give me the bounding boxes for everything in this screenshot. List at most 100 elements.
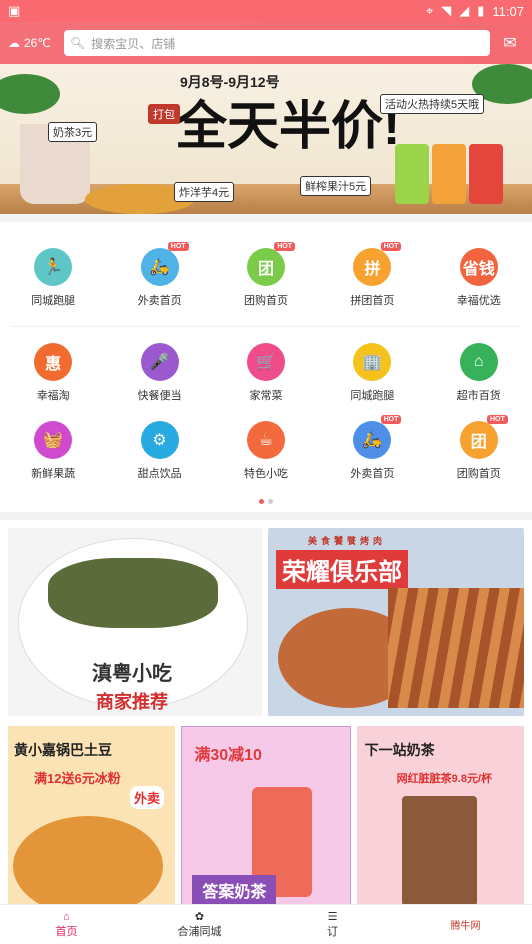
hot-badge: HOT: [274, 242, 295, 251]
promo-subtitle: 满12送6元冰粉: [34, 771, 121, 786]
milk-tea-image: [401, 796, 477, 906]
icon-glyph: 团: [257, 261, 274, 278]
mail-icon: ✉: [503, 35, 517, 52]
icon-glyph: 拼: [364, 261, 381, 278]
promo-subtitle: 网红脏脏茶9.8元/杯: [396, 773, 493, 785]
menu-item[interactable]: 🧺 新鲜果蔬: [8, 421, 98, 481]
menu-row-3: 🧺 新鲜果蔬 ⚙ 甜点饮品 ☕ 特色小吃 🛵 HOT 外卖首页 团 HOT 团购首页: [0, 415, 532, 499]
hot-badge: HOT: [167, 242, 189, 251]
category-icon: 🧺: [34, 421, 73, 459]
menu-item-label: 家常菜: [249, 390, 283, 402]
menu-item[interactable]: 惠幸福淘: [8, 343, 98, 403]
icon-glyph: 🏃: [43, 259, 64, 276]
category-icon: 🎤: [140, 343, 179, 381]
hot-badge: HOT: [380, 242, 402, 251]
flower-icon: ✿: [194, 911, 205, 923]
promo-banner[interactable]: 9月8号-9月12号 全天半价! 奶茶3元 炸洋芋4元 鲜榨果汁5元 活动火热持…: [0, 64, 532, 214]
menu-item[interactable]: 团 HOT 团购首页: [221, 242, 311, 308]
message-button[interactable]: ✉: [496, 33, 524, 53]
category-icon: ☕: [246, 421, 285, 459]
category-icon: ⚙: [140, 421, 179, 459]
menu-item-label: 超市百货: [456, 390, 501, 402]
home-icon: ⌂: [63, 910, 70, 923]
battery-icon: ▮: [477, 3, 485, 18]
menu-item-label: 幸福淘: [36, 390, 70, 402]
promo-card-milk-tea[interactable]: 满30减10 答案奶茶: [181, 726, 351, 916]
promo-card-next-stop[interactable]: 下一站奶茶 网红脏脏茶9.8元/杯: [356, 726, 524, 916]
tag-juice: 鲜榨果汁5元: [300, 176, 372, 196]
category-icon: 拼 HOT: [353, 242, 402, 286]
order-icon: ☰: [327, 911, 338, 923]
category-icon: 🏃: [34, 248, 73, 286]
menu-item[interactable]: 🛒 家常菜: [221, 343, 311, 403]
location-icon: ⌖: [425, 3, 434, 18]
icon-glyph: 省钱: [462, 261, 495, 278]
tab-label: 合浦同城: [177, 926, 222, 938]
promo-title: 荣耀俱乐部: [276, 550, 408, 589]
icon-glyph: 🏢: [362, 354, 383, 371]
search-input[interactable]: 🔍︎ 搜索宝贝、店铺: [64, 30, 490, 56]
wifi-icon: ◥: [441, 3, 452, 18]
status-bar: ▣ ⌖ ◥ ◢ ▮ 11:07: [0, 0, 532, 22]
menu-item[interactable]: 🛵 HOT 外卖首页: [327, 415, 417, 481]
tab-home[interactable]: ⌂ 首页: [0, 905, 133, 944]
icon-glyph: 团: [470, 434, 487, 451]
icon-glyph: ⌂: [473, 353, 484, 370]
juice-image: [432, 144, 466, 204]
promo-title: 黄小嘉锅巴土豆: [14, 742, 112, 758]
juice-image: [469, 144, 503, 204]
category-icon: 🛒: [246, 343, 285, 381]
weather-icon: ☁: [8, 36, 20, 50]
menu-item-label: 同城跑腿: [350, 390, 395, 402]
notification-icon: ▣: [8, 3, 21, 18]
menu-item-label: 外卖首页: [350, 468, 395, 480]
menu-item[interactable]: ☕ 特色小吃: [221, 421, 311, 481]
menu-item[interactable]: 拼 HOT 拼团首页: [327, 242, 417, 308]
hot-badge: HOT: [486, 415, 508, 424]
search-placeholder: 搜索宝贝、店铺: [91, 36, 176, 51]
tab-label: 订: [327, 926, 338, 938]
category-menu: 🏃 同城跑腿 🛵 HOT 外卖首页团 HOT 团购首页拼 HOT 拼团首页 省钱 幸福优选 惠幸福淘…: [0, 222, 532, 512]
potato-image: [13, 816, 163, 916]
menu-item-label: 幸福优选: [456, 295, 501, 307]
promo-badge: 外卖: [130, 786, 165, 809]
leaf-decoration: [0, 74, 60, 114]
category-icon: 省钱: [459, 248, 498, 286]
page-dot: [268, 499, 273, 504]
icon-glyph: 🛒: [256, 354, 276, 371]
tag-fries: 炸洋芋4元: [174, 182, 235, 202]
menu-item[interactable]: 省钱 幸福优选: [434, 248, 524, 308]
page-dot-active: [259, 499, 264, 504]
promo-card-rongyao[interactable]: 美食饕餮烤肉 荣耀俱乐部: [268, 528, 524, 716]
category-icon: 🛵 HOT: [140, 242, 189, 286]
icon-glyph: 🛵: [149, 259, 170, 276]
menu-item[interactable]: ⚙ 甜点饮品: [115, 421, 205, 481]
menu-item[interactable]: 🎤 快餐便当: [115, 343, 205, 403]
promo-card-potato[interactable]: 黄小嘉锅巴土豆 满12送6元冰粉 外卖: [8, 726, 176, 916]
promo-small-section: 黄小嘉锅巴土豆 满12送6元冰粉 外卖 满30减10 答案奶茶 下一站奶茶 网红…: [0, 716, 532, 916]
tab-city[interactable]: ✿ 合浦同城: [133, 905, 266, 944]
category-icon: 🏢: [353, 343, 392, 381]
promo-subtitle: 答案奶茶: [192, 875, 277, 905]
promo-big-section: 滇粤小吃 商家推荐 美食饕餮烤肉 荣耀俱乐部: [0, 520, 532, 716]
menu-item[interactable]: ⌂ 超市百货: [434, 343, 524, 403]
menu-item[interactable]: 🛵 HOT 外卖首页: [115, 242, 205, 308]
menu-item[interactable]: 团 HOT 团购首页: [434, 415, 524, 481]
tab-orders[interactable]: ☰ 订: [266, 905, 399, 944]
menu-item-label: 拼团首页: [350, 295, 395, 307]
hot-badge: HOT: [380, 415, 402, 424]
promo-title: 下一站奶茶: [364, 742, 435, 758]
menu-item[interactable]: 🏃 同城跑腿: [8, 248, 98, 308]
icon-glyph: 🎤: [149, 354, 170, 371]
icon-glyph: ⚙: [152, 432, 167, 449]
menu-item-label: 特色小吃: [243, 468, 288, 480]
menu-item[interactable]: 🏢 同城跑腿: [327, 343, 417, 403]
tab-label: 首页: [55, 925, 78, 938]
watermark: 腾牛网: [399, 905, 532, 944]
dish-topping: [48, 558, 218, 628]
weather-widget[interactable]: ☁ 26℃: [8, 36, 58, 50]
promo-card-dianyue[interactable]: 滇粤小吃 商家推荐: [8, 528, 262, 716]
temperature: 26℃: [24, 36, 51, 50]
icon-glyph: ☕: [258, 432, 274, 449]
promo-subtitle: 美食饕餮烤肉: [308, 536, 387, 546]
